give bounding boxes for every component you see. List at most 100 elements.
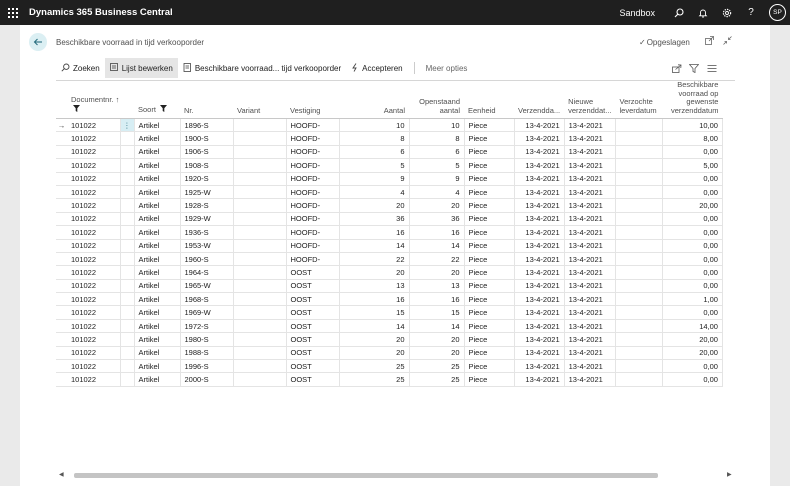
cell-no[interactable]: 1960-S — [180, 252, 234, 267]
cell-outstanding[interactable]: 14 — [409, 319, 465, 334]
cell-document-no[interactable]: 101022 — [67, 131, 121, 146]
cell-shipment-date[interactable]: 13-4-2021 — [514, 145, 565, 160]
cell-shipment-date[interactable]: 13-4-2021 — [514, 332, 565, 347]
cell-outstanding[interactable]: 10 — [409, 118, 465, 133]
cell-type[interactable]: Artikel — [134, 346, 181, 361]
cell-variant[interactable] — [233, 225, 287, 240]
table-row[interactable]: 101022 Artikel 1900-S HOOFD- 8 8 Piece 13-4-202… — [56, 131, 723, 146]
cell-variant[interactable] — [233, 172, 287, 186]
cell-location[interactable]: OOST — [286, 265, 340, 280]
header-available-qty[interactable]: Beschikbare voorraad op gewenste verzend… — [662, 81, 723, 119]
cell-available-qty[interactable]: 0,00 — [662, 185, 723, 200]
cell-unit[interactable]: Piece — [464, 359, 515, 374]
cell-quantity[interactable]: 20 — [339, 346, 410, 361]
cell-no[interactable]: 1908-S — [180, 158, 234, 173]
cell-available-qty[interactable]: 20,00 — [662, 346, 723, 361]
cell-shipment-date[interactable]: 13-4-2021 — [514, 265, 565, 280]
cell-no[interactable]: 1988-S — [180, 346, 234, 361]
cell-unit[interactable]: Piece — [464, 279, 515, 294]
app-launcher-icon[interactable] — [0, 0, 26, 25]
row-actions-cell[interactable] — [120, 292, 135, 307]
cell-quantity[interactable]: 20 — [339, 198, 410, 213]
cell-location[interactable]: HOOFD- — [286, 252, 340, 267]
cell-shipment-date[interactable]: 13-4-2021 — [514, 359, 565, 374]
search-button[interactable]: Zoeken — [56, 58, 105, 78]
cell-variant[interactable] — [233, 212, 287, 227]
cell-outstanding[interactable]: 20 — [409, 198, 465, 213]
cell-new-shipment-date[interactable]: 13-4-2021 — [564, 252, 616, 267]
cell-outstanding[interactable]: 4 — [409, 185, 465, 200]
cell-no[interactable]: 1968-S — [180, 292, 234, 307]
cell-new-shipment-date[interactable]: 13-4-2021 — [564, 305, 616, 320]
cell-unit[interactable]: Piece — [464, 131, 515, 146]
edit-list-button[interactable]: Lijst bewerken — [104, 58, 178, 78]
cell-requested-delivery[interactable] — [615, 185, 663, 200]
cell-type[interactable]: Artikel — [134, 319, 181, 334]
cell-available-qty[interactable]: 0,00 — [662, 239, 723, 253]
table-row[interactable]: 101022 Artikel 1936-S HOOFD- 16 16 Piece 13-4-2… — [56, 225, 723, 240]
list-icon[interactable] — [707, 58, 717, 78]
cell-new-shipment-date[interactable]: 13-4-2021 — [564, 172, 616, 186]
cell-unit[interactable]: Piece — [464, 158, 515, 173]
cell-location[interactable]: HOOFD- — [286, 118, 340, 133]
open-new-window-icon[interactable] — [705, 36, 714, 47]
cell-document-no[interactable]: 101022 — [67, 305, 121, 320]
cell-unit[interactable]: Piece — [464, 172, 515, 186]
scrollbar-thumb[interactable] — [74, 473, 658, 478]
table-row[interactable]: → 101022 ⋮ Artikel 1896-S HOOFD- 10 10 Piece 13-4… — [56, 118, 723, 133]
cell-unit[interactable]: Piece — [464, 185, 515, 200]
cell-quantity[interactable]: 9 — [339, 172, 410, 186]
cell-new-shipment-date[interactable]: 13-4-2021 — [564, 185, 616, 200]
cell-location[interactable]: OOST — [286, 372, 340, 387]
cell-type[interactable]: Artikel — [134, 131, 181, 146]
cell-available-qty[interactable]: 0,00 — [662, 225, 723, 240]
cell-quantity[interactable]: 5 — [339, 158, 410, 173]
cell-type[interactable]: Artikel — [134, 118, 181, 133]
cell-document-no[interactable]: 101022 — [67, 319, 121, 334]
cell-variant[interactable] — [233, 332, 287, 347]
cell-requested-delivery[interactable] — [615, 265, 663, 280]
table-row[interactable]: 101022 Artikel 1965-W OOST 13 13 Piece 13-4-202… — [56, 279, 723, 294]
bell-icon[interactable] — [691, 0, 715, 25]
cell-new-shipment-date[interactable]: 13-4-2021 — [564, 359, 616, 374]
cell-no[interactable]: 1936-S — [180, 225, 234, 240]
cell-type[interactable]: Artikel — [134, 225, 181, 240]
cell-outstanding[interactable]: 8 — [409, 131, 465, 146]
cell-no[interactable]: 1900-S — [180, 131, 234, 146]
share-icon[interactable] — [672, 58, 682, 78]
table-row[interactable]: 101022 Artikel 1960-S HOOFD- 22 22 Piece 13-4-2… — [56, 252, 723, 267]
cell-requested-delivery[interactable] — [615, 292, 663, 307]
table-row[interactable]: 101022 Artikel 1925-W HOOFD- 4 4 Piece 13-4-202… — [56, 185, 723, 200]
cell-document-no[interactable]: 101022 — [67, 332, 121, 347]
search-icon[interactable] — [667, 0, 691, 25]
cell-new-shipment-date[interactable]: 13-4-2021 — [564, 212, 616, 227]
table-row[interactable]: 101022 Artikel 1920-S HOOFD- 9 9 Piece 13-4-202… — [56, 172, 723, 186]
cell-document-no[interactable]: 101022 — [67, 225, 121, 240]
cell-location[interactable]: HOOFD- — [286, 225, 340, 240]
table-row[interactable]: 101022 Artikel 1968-S OOST 16 16 Piece 13-4-202… — [56, 292, 723, 307]
cell-location[interactable]: HOOFD- — [286, 158, 340, 173]
cell-location[interactable]: HOOFD- — [286, 131, 340, 146]
cell-document-no[interactable]: 101022 — [67, 158, 121, 173]
cell-available-qty[interactable]: 0,00 — [662, 305, 723, 320]
cell-location[interactable]: OOST — [286, 279, 340, 294]
cell-quantity[interactable]: 4 — [339, 185, 410, 200]
header-outstanding[interactable]: Openstaand aantal — [409, 81, 464, 119]
cell-variant[interactable] — [233, 292, 287, 307]
row-actions-cell[interactable] — [120, 305, 135, 320]
accept-button[interactable]: Accepteren — [346, 58, 407, 78]
cell-new-shipment-date[interactable]: 13-4-2021 — [564, 158, 616, 173]
cell-available-qty[interactable]: 8,00 — [662, 131, 723, 146]
cell-variant[interactable] — [233, 185, 287, 200]
cell-shipment-date[interactable]: 13-4-2021 — [514, 305, 565, 320]
row-actions-cell[interactable] — [120, 372, 135, 387]
cell-no[interactable]: 1929-W — [180, 212, 234, 227]
cell-quantity[interactable]: 16 — [339, 292, 410, 307]
cell-shipment-date[interactable]: 13-4-2021 — [514, 212, 565, 227]
cell-outstanding[interactable]: 22 — [409, 252, 465, 267]
horizontal-scrollbar[interactable]: ◀ ▶ — [56, 471, 735, 480]
cell-location[interactable]: HOOFD- — [286, 185, 340, 200]
cell-unit[interactable]: Piece — [464, 292, 515, 307]
cell-quantity[interactable]: 13 — [339, 279, 410, 294]
cell-new-shipment-date[interactable]: 13-4-2021 — [564, 279, 616, 294]
